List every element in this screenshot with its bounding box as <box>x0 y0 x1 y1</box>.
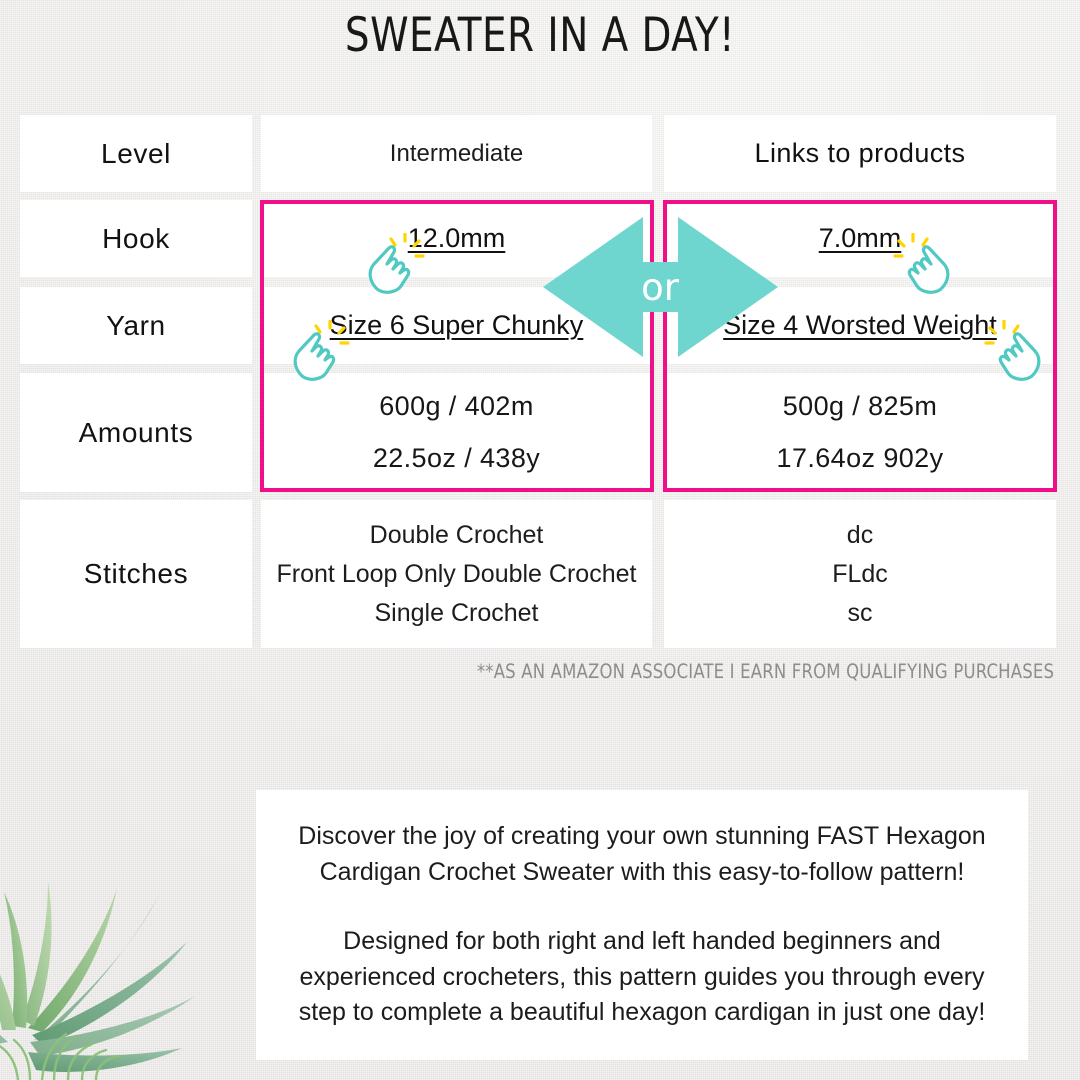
label-text: Hook <box>102 222 170 254</box>
label-text: Stitches <box>83 558 189 589</box>
palm-plant-decoration <box>0 882 195 1080</box>
cell-yarn-middle: Size 6 Super Chunky <box>261 287 652 364</box>
description-card: Discover the joy of creating your own st… <box>256 790 1028 1060</box>
stitch-abbr-1: dc <box>846 520 874 549</box>
yarn-link-size4[interactable]: Size 4 Worsted Weight <box>723 310 997 341</box>
label-text: Level <box>101 137 171 169</box>
cell-hook-middle: 12.0mm <box>261 200 652 277</box>
row-label-level: Level <box>20 115 252 192</box>
page-title: SWEATER IN A DAY! <box>344 8 736 63</box>
cell-amounts-right: 500g / 825m 17.64oz 902y <box>664 373 1056 492</box>
cell-hook-right: 7.0mm <box>664 200 1056 277</box>
cell-links-header: Links to products <box>664 115 1056 192</box>
poster-canvas: SWEATER IN A DAY! Level Hook Yarn Amount… <box>0 0 1080 1080</box>
description-paragraph-2: Designed for both right and left handed … <box>298 927 986 1027</box>
value-text: Intermediate <box>389 139 524 167</box>
row-label-hook: Hook <box>20 200 252 277</box>
amount-oz-yards: 17.64oz 902y <box>776 443 944 473</box>
amazon-associate-disclaimer: **AS AN AMAZON ASSOCIATE I EARN FROM QUA… <box>476 660 1054 683</box>
hook-link-12mm[interactable]: 12.0mm <box>408 223 506 254</box>
label-text: Yarn <box>106 309 166 341</box>
label-text: Amounts <box>78 416 194 448</box>
header-text: Links to products <box>754 138 966 168</box>
amount-oz-yards: 22.5oz / 438y <box>372 443 541 473</box>
stitch-name-1: Double Crochet <box>369 520 544 549</box>
stitch-abbr-2: FLdc <box>832 559 888 588</box>
hook-link-7mm[interactable]: 7.0mm <box>819 223 902 254</box>
cell-level-middle: Intermediate <box>261 115 652 192</box>
row-label-stitches: Stitches <box>20 500 252 648</box>
row-label-amounts: Amounts <box>20 373 252 492</box>
amount-grams-meters: 500g / 825m <box>782 391 938 421</box>
or-label: or <box>641 265 679 309</box>
stitch-name-2: Front Loop Only Double Crochet <box>276 559 637 588</box>
description-paragraph-1: Discover the joy of creating your own st… <box>298 822 986 886</box>
stitch-name-3: Single Crochet <box>374 599 539 628</box>
cell-amounts-middle: 600g / 402m 22.5oz / 438y <box>261 373 652 492</box>
row-label-yarn: Yarn <box>20 287 252 364</box>
cell-stitches-right: dc FLdc sc <box>664 500 1056 648</box>
amount-grams-meters: 600g / 402m <box>379 391 534 421</box>
stitch-abbr-3: sc <box>847 599 873 628</box>
yarn-link-size6[interactable]: Size 6 Super Chunky <box>330 310 584 341</box>
cell-yarn-right: Size 4 Worsted Weight <box>664 287 1056 364</box>
cell-stitches-middle: Double Crochet Front Loop Only Double Cr… <box>261 500 652 648</box>
